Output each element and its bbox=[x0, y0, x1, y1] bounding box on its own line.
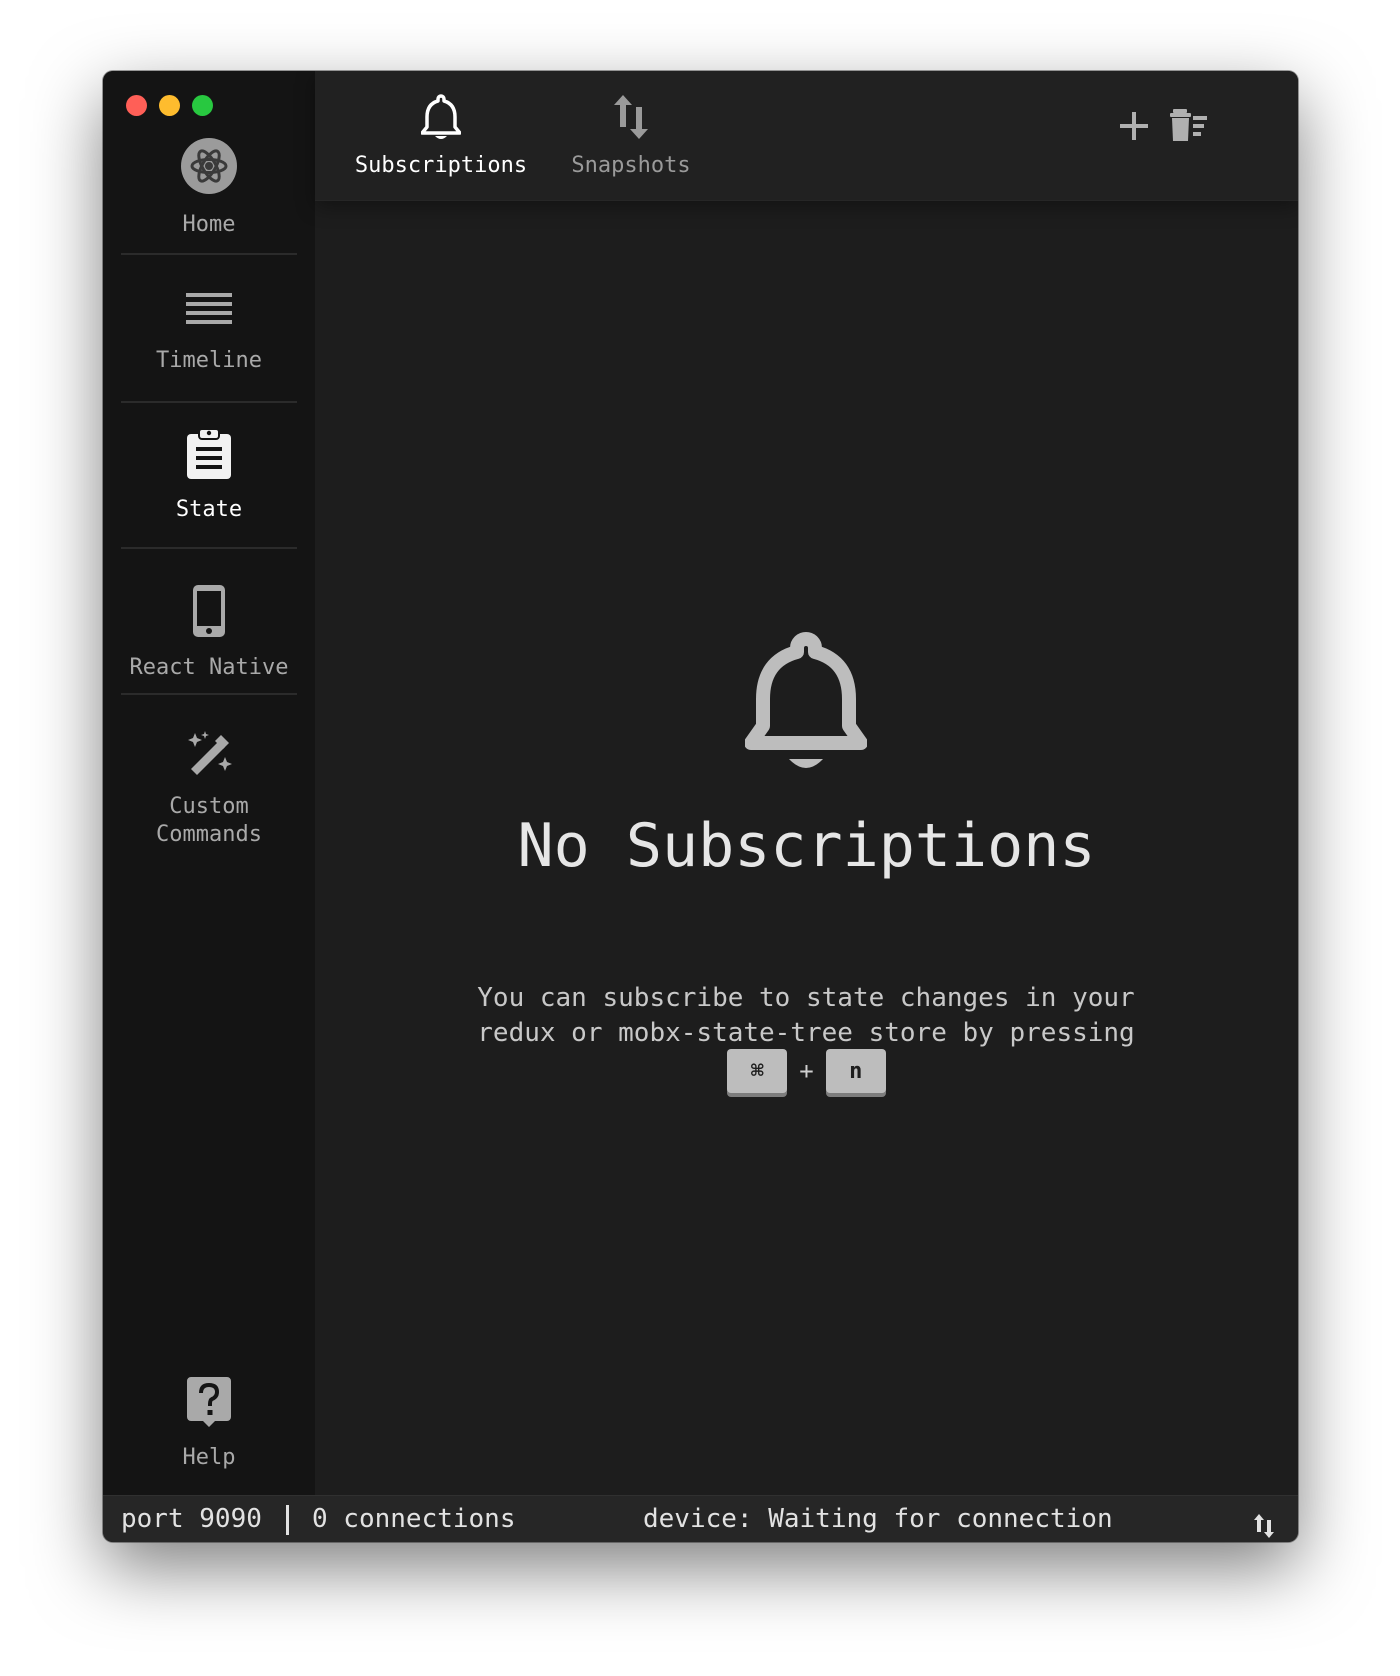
maximize-window-button[interactable] bbox=[192, 95, 213, 116]
status-port: port 9090 bbox=[121, 1504, 262, 1534]
bell-icon bbox=[351, 93, 531, 147]
swap-arrows-icon bbox=[561, 93, 701, 147]
help-bubble-icon bbox=[103, 1376, 315, 1436]
tab-subscriptions[interactable]: Subscriptions bbox=[351, 93, 531, 178]
sidebar-divider bbox=[121, 401, 297, 403]
minimize-window-button[interactable] bbox=[159, 95, 180, 116]
bell-icon bbox=[744, 631, 868, 780]
trash-list-icon bbox=[1170, 109, 1207, 141]
sidebar-item-label: Help bbox=[182, 1445, 236, 1470]
clipboard-icon bbox=[103, 428, 315, 488]
sidebar-divider bbox=[121, 547, 297, 549]
toolbar: Subscriptions Snapshots bbox=[315, 71, 1298, 201]
sidebar-item-label: Home bbox=[182, 212, 236, 237]
main-panel: Subscriptions Snapshots No Subscriptions… bbox=[315, 71, 1298, 1495]
status-connections: 0 connections bbox=[312, 1504, 516, 1534]
sidebar-item-label: React Native bbox=[129, 655, 289, 680]
list-lines-icon bbox=[103, 291, 315, 339]
sidebar-item-label: Timeline bbox=[156, 348, 262, 373]
sidebar-divider bbox=[121, 253, 297, 255]
keyboard-shortcut: ⌘ + n bbox=[315, 1049, 1298, 1093]
phone-icon bbox=[103, 584, 315, 646]
clear-subscriptions-button[interactable] bbox=[1170, 108, 1210, 146]
sidebar-item-home[interactable]: Home bbox=[103, 137, 315, 239]
sidebar-item-timeline[interactable]: Timeline bbox=[103, 291, 315, 375]
empty-state-title: No Subscriptions bbox=[517, 811, 1096, 881]
plus-icon bbox=[1120, 112, 1148, 140]
shortcut-plus: + bbox=[799, 1057, 814, 1085]
sidebar-item-react-native[interactable]: React Native bbox=[103, 584, 315, 682]
sidebar-item-label: Custom bbox=[169, 794, 249, 819]
add-subscription-button[interactable] bbox=[1119, 111, 1149, 145]
sidebar-item-label-line2: Commands bbox=[156, 822, 262, 847]
window-controls bbox=[126, 95, 213, 116]
sidebar-item-label: State bbox=[175, 497, 243, 522]
tab-label: Subscriptions bbox=[354, 153, 528, 178]
sidebar-divider bbox=[121, 693, 297, 695]
sidebar-item-help[interactable]: Help bbox=[103, 1376, 315, 1472]
sidebar-item-state[interactable]: State bbox=[103, 428, 315, 524]
sidebar: Home Timeline State React Native Custom … bbox=[103, 71, 315, 1495]
command-key: ⌘ bbox=[727, 1049, 788, 1093]
magic-wand-icon bbox=[103, 731, 315, 785]
app-window: Home Timeline State React Native Custom … bbox=[103, 71, 1298, 1542]
status-device: device: Waiting for connection bbox=[643, 1504, 1113, 1534]
swap-arrows-icon[interactable] bbox=[1253, 1508, 1275, 1542]
tab-snapshots[interactable]: Snapshots bbox=[561, 93, 701, 178]
close-window-button[interactable] bbox=[126, 95, 147, 116]
status-separator bbox=[286, 1505, 289, 1535]
status-bar: port 9090 0 connections device: Waiting … bbox=[103, 1495, 1298, 1542]
empty-state-message: You can subscribe to state changes in yo… bbox=[477, 983, 1135, 1048]
n-key: n bbox=[825, 1049, 886, 1093]
sidebar-item-custom-commands[interactable]: Custom Commands bbox=[103, 731, 315, 849]
tab-label: Snapshots bbox=[571, 153, 691, 178]
reactotron-logo-icon bbox=[103, 137, 315, 203]
